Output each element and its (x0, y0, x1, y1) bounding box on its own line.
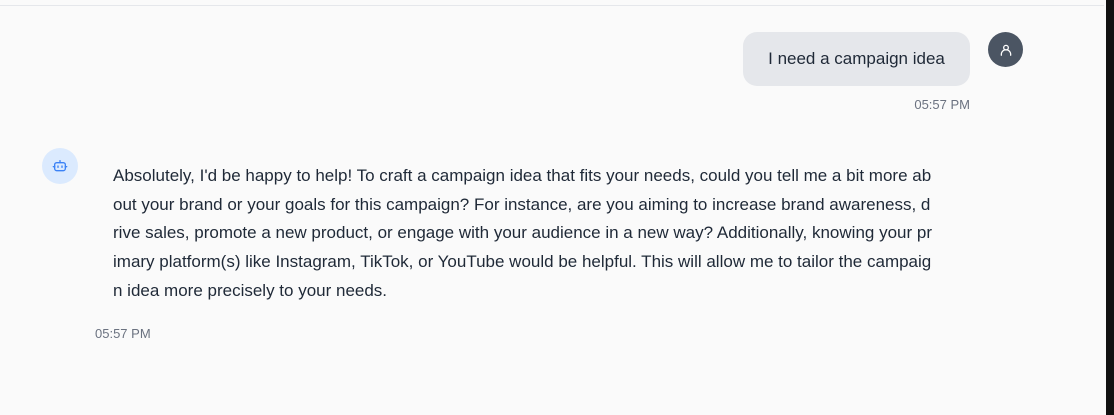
top-divider (0, 5, 1104, 6)
user-message-bubble: I need a campaign idea (743, 32, 970, 86)
bot-message-timestamp: 05:57 PM (95, 326, 151, 341)
window-edge (1106, 0, 1114, 415)
bot-avatar (42, 148, 78, 184)
user-avatar (988, 32, 1023, 67)
user-message-timestamp: 05:57 PM (914, 97, 970, 112)
bot-message-text: Absolutely, I'd be happy to help! To cra… (113, 166, 932, 300)
user-message-text: I need a campaign idea (768, 49, 945, 68)
bot-icon (52, 160, 68, 172)
user-icon (1000, 44, 1011, 56)
